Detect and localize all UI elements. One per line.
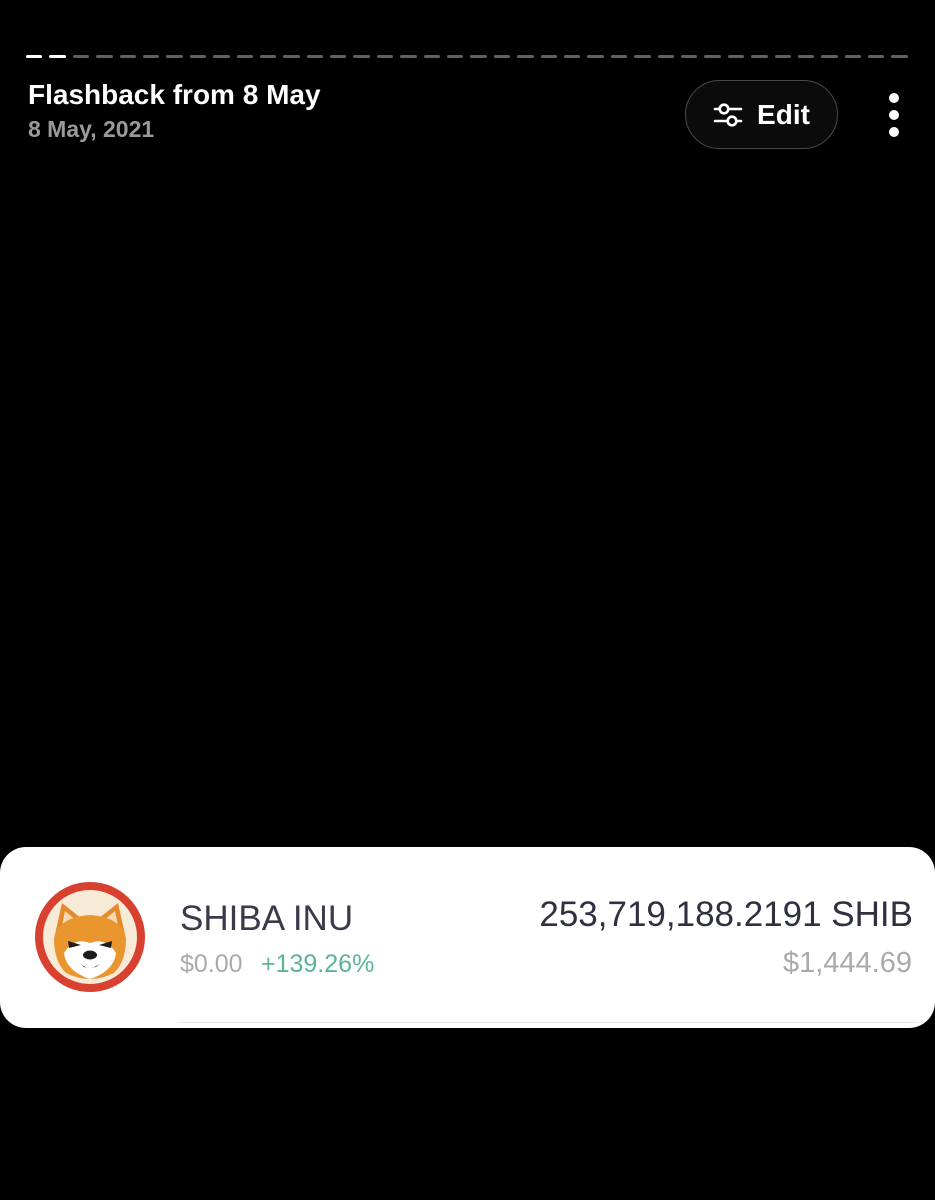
coin-balance-value: $1,444.69 [782, 947, 912, 979]
progress-segment [470, 55, 487, 58]
shiba-inu-logo-icon [34, 881, 146, 993]
progress-segment [680, 55, 698, 58]
progress-segment [236, 55, 253, 58]
progress-segment [891, 55, 908, 58]
edit-label: Edit [757, 98, 810, 130]
progress-segment [634, 55, 651, 58]
progress-segment [610, 55, 628, 58]
progress-segment [26, 55, 43, 58]
sliders-icon [713, 100, 743, 130]
progress-segment [751, 55, 768, 58]
progress-segment [868, 55, 885, 58]
progress-segment [517, 55, 534, 58]
holding-card[interactable]: SHIBA INU $0.00 +139.26% 253,719,188.219… [0, 847, 935, 1028]
progress-segment [96, 55, 113, 58]
progress-segment [423, 55, 441, 58]
progress-segment [72, 55, 90, 58]
edit-button[interactable]: Edit [685, 80, 838, 149]
progress-segment [727, 55, 745, 58]
progress-segment [213, 55, 230, 58]
coin-balance-amount: 253,719,188.2191 SHIB [539, 895, 913, 934]
coin-price: $0.00 [180, 950, 243, 978]
progress-segment [306, 55, 324, 58]
progress-segment [821, 55, 838, 58]
flashback-title: Flashback from 8 May [28, 79, 321, 110]
coin-price-change: +139.26% [261, 950, 375, 978]
progress-segment [49, 55, 66, 58]
progress-segment [376, 55, 394, 58]
progress-segment [704, 55, 721, 58]
progress-segment [353, 55, 370, 58]
progress-segment [774, 55, 791, 58]
progress-segment [166, 55, 183, 58]
more-vertical-icon [889, 93, 899, 103]
divider [178, 1022, 918, 1023]
progress-segment [330, 55, 347, 58]
flashback-date: 8 May, 2021 [28, 116, 155, 142]
progress-segment [587, 55, 604, 58]
progress-segment [189, 55, 207, 58]
progress-segment [447, 55, 464, 58]
progress-segment [259, 55, 277, 58]
progress-segment [493, 55, 511, 58]
progress-segment [540, 55, 557, 58]
progress-segment [142, 55, 160, 58]
progress-segment [844, 55, 862, 58]
story-progress-bar [26, 55, 908, 58]
progress-segment [283, 55, 300, 58]
progress-segment [400, 55, 417, 58]
progress-segment [797, 55, 815, 58]
coin-name: SHIBA INU [180, 899, 354, 938]
progress-segment [563, 55, 581, 58]
more-options-button[interactable] [874, 93, 914, 137]
progress-segment [657, 55, 674, 58]
progress-segment [119, 55, 136, 58]
